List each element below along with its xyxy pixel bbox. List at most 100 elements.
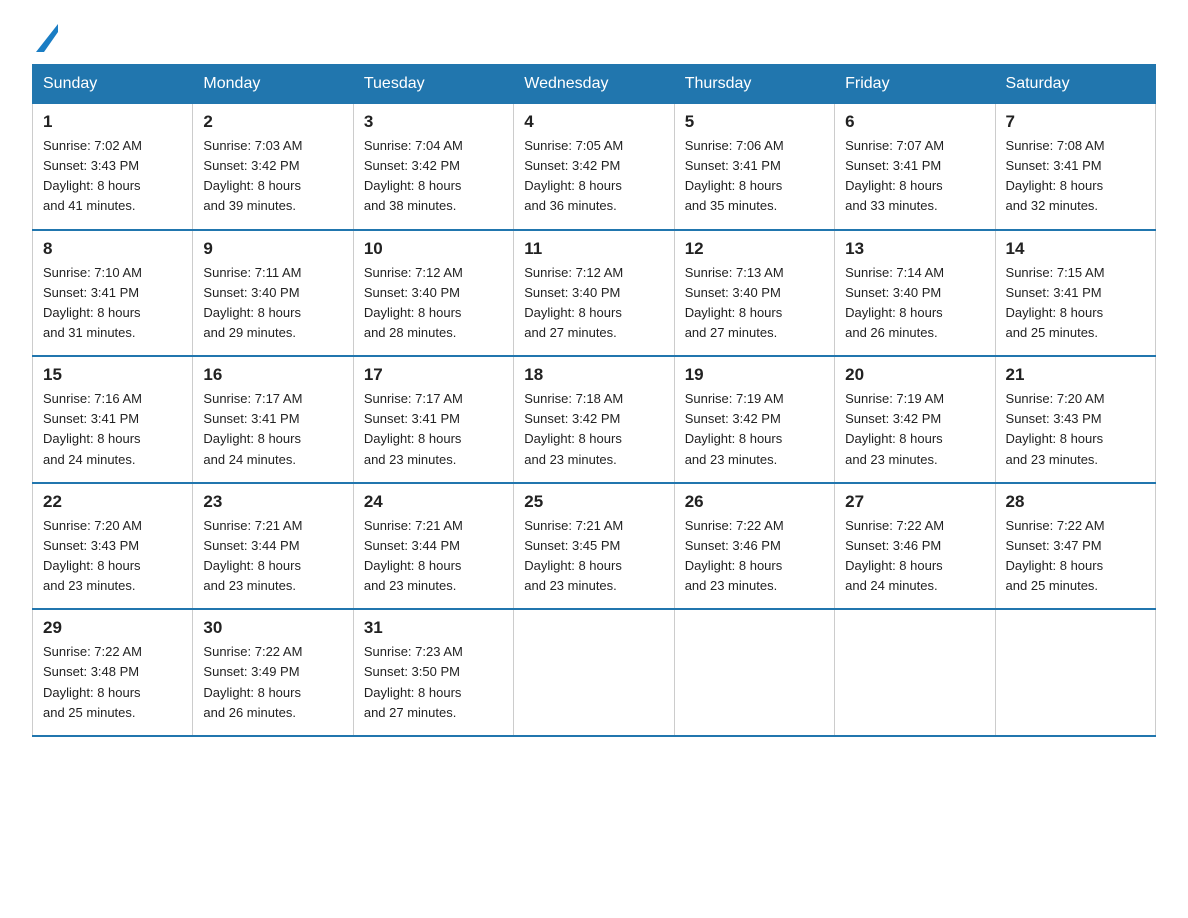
logo: [32, 24, 58, 52]
weekday-header-sunday: Sunday: [33, 65, 193, 104]
calendar-week-2: 8 Sunrise: 7:10 AMSunset: 3:41 PMDaylight…: [33, 230, 1156, 357]
calendar-cell: 16 Sunrise: 7:17 AMSunset: 3:41 PMDayligh…: [193, 356, 353, 483]
day-number: 28: [1006, 492, 1145, 512]
calendar-cell: 23Sunrise: 7:21 AMSunset: 3:44 PMDayligh…: [193, 483, 353, 610]
day-number: 1: [43, 112, 182, 132]
calendar-cell: 9 Sunrise: 7:11 AMSunset: 3:40 PMDaylight…: [193, 230, 353, 357]
day-number: 10: [364, 239, 503, 259]
calendar-cell: 27Sunrise: 7:22 AMSunset: 3:46 PMDayligh…: [835, 483, 995, 610]
day-number: 4: [524, 112, 663, 132]
calendar-cell: 26 Sunrise: 7:22 AMSunset: 3:46 PMDayligh…: [674, 483, 834, 610]
day-info: Sunrise: 7:18 AMSunset: 3:42 PMDaylight:…: [524, 389, 663, 470]
calendar-cell: 5 Sunrise: 7:06 AMSunset: 3:41 PMDaylight…: [674, 104, 834, 230]
day-info: Sunrise: 7:08 AMSunset: 3:41 PMDaylight:…: [1006, 136, 1145, 217]
calendar-cell: 3 Sunrise: 7:04 AMSunset: 3:42 PMDaylight…: [353, 104, 513, 230]
day-info: Sunrise: 7:06 AMSunset: 3:41 PMDaylight:…: [685, 136, 824, 217]
day-number: 29: [43, 618, 182, 638]
calendar-cell: 11 Sunrise: 7:12 AMSunset: 3:40 PMDayligh…: [514, 230, 674, 357]
calendar-cell: 20 Sunrise: 7:19 AMSunset: 3:42 PMDayligh…: [835, 356, 995, 483]
day-info: Sunrise: 7:02 AMSunset: 3:43 PMDaylight:…: [43, 136, 182, 217]
day-info: Sunrise: 7:07 AMSunset: 3:41 PMDaylight:…: [845, 136, 984, 217]
day-number: 16: [203, 365, 342, 385]
calendar-cell: 31 Sunrise: 7:23 AMSunset: 3:50 PMDayligh…: [353, 609, 513, 736]
day-number: 20: [845, 365, 984, 385]
day-number: 11: [524, 239, 663, 259]
day-number: 17: [364, 365, 503, 385]
calendar-cell: 25 Sunrise: 7:21 AMSunset: 3:45 PMDayligh…: [514, 483, 674, 610]
day-number: 5: [685, 112, 824, 132]
calendar-cell: 7 Sunrise: 7:08 AMSunset: 3:41 PMDaylight…: [995, 104, 1155, 230]
day-info: Sunrise: 7:03 AMSunset: 3:42 PMDaylight:…: [203, 136, 342, 217]
day-info: Sunrise: 7:19 AMSunset: 3:42 PMDaylight:…: [845, 389, 984, 470]
day-info: Sunrise: 7:10 AMSunset: 3:41 PMDaylight:…: [43, 263, 182, 344]
day-info: Sunrise: 7:22 AMSunset: 3:48 PMDaylight:…: [43, 642, 182, 723]
day-info: Sunrise: 7:15 AMSunset: 3:41 PMDaylight:…: [1006, 263, 1145, 344]
day-number: 22: [43, 492, 182, 512]
day-number: 26: [685, 492, 824, 512]
day-info: Sunrise: 7:05 AMSunset: 3:42 PMDaylight:…: [524, 136, 663, 217]
calendar-cell: 28 Sunrise: 7:22 AMSunset: 3:47 PMDayligh…: [995, 483, 1155, 610]
day-number: 19: [685, 365, 824, 385]
page-header: [32, 24, 1156, 52]
calendar-cell: 30Sunrise: 7:22 AMSunset: 3:49 PMDayligh…: [193, 609, 353, 736]
day-info: Sunrise: 7:13 AMSunset: 3:40 PMDaylight:…: [685, 263, 824, 344]
calendar-cell: 8 Sunrise: 7:10 AMSunset: 3:41 PMDaylight…: [33, 230, 193, 357]
calendar-cell: 18Sunrise: 7:18 AMSunset: 3:42 PMDayligh…: [514, 356, 674, 483]
day-info: Sunrise: 7:20 AMSunset: 3:43 PMDaylight:…: [43, 516, 182, 597]
weekday-header-wednesday: Wednesday: [514, 65, 674, 104]
calendar-cell: [995, 609, 1155, 736]
day-info: Sunrise: 7:11 AMSunset: 3:40 PMDaylight:…: [203, 263, 342, 344]
day-number: 21: [1006, 365, 1145, 385]
day-number: 12: [685, 239, 824, 259]
day-number: 8: [43, 239, 182, 259]
weekday-header-saturday: Saturday: [995, 65, 1155, 104]
day-info: Sunrise: 7:23 AMSunset: 3:50 PMDaylight:…: [364, 642, 503, 723]
day-info: Sunrise: 7:21 AMSunset: 3:44 PMDaylight:…: [364, 516, 503, 597]
calendar-cell: 1 Sunrise: 7:02 AMSunset: 3:43 PMDaylight…: [33, 104, 193, 230]
day-info: Sunrise: 7:22 AMSunset: 3:47 PMDaylight:…: [1006, 516, 1145, 597]
calendar-cell: 12 Sunrise: 7:13 AMSunset: 3:40 PMDayligh…: [674, 230, 834, 357]
day-number: 3: [364, 112, 503, 132]
calendar-cell: 13Sunrise: 7:14 AMSunset: 3:40 PMDayligh…: [835, 230, 995, 357]
day-info: Sunrise: 7:20 AMSunset: 3:43 PMDaylight:…: [1006, 389, 1145, 470]
weekday-header-thursday: Thursday: [674, 65, 834, 104]
day-info: Sunrise: 7:17 AMSunset: 3:41 PMDaylight:…: [203, 389, 342, 470]
day-info: Sunrise: 7:22 AMSunset: 3:46 PMDaylight:…: [685, 516, 824, 597]
day-info: Sunrise: 7:04 AMSunset: 3:42 PMDaylight:…: [364, 136, 503, 217]
calendar-table: SundayMondayTuesdayWednesdayThursdayFrid…: [32, 64, 1156, 737]
day-number: 25: [524, 492, 663, 512]
day-number: 9: [203, 239, 342, 259]
calendar-cell: 29 Sunrise: 7:22 AMSunset: 3:48 PMDayligh…: [33, 609, 193, 736]
calendar-cell: 10 Sunrise: 7:12 AMSunset: 3:40 PMDayligh…: [353, 230, 513, 357]
day-info: Sunrise: 7:21 AMSunset: 3:45 PMDaylight:…: [524, 516, 663, 597]
day-number: 13: [845, 239, 984, 259]
calendar-cell: 6Sunrise: 7:07 AMSunset: 3:41 PMDaylight…: [835, 104, 995, 230]
calendar-cell: 17 Sunrise: 7:17 AMSunset: 3:41 PMDayligh…: [353, 356, 513, 483]
calendar-cell: 4 Sunrise: 7:05 AMSunset: 3:42 PMDaylight…: [514, 104, 674, 230]
logo-icon: [36, 24, 58, 52]
weekday-header-friday: Friday: [835, 65, 995, 104]
day-info: Sunrise: 7:12 AMSunset: 3:40 PMDaylight:…: [524, 263, 663, 344]
calendar-cell: 14 Sunrise: 7:15 AMSunset: 3:41 PMDayligh…: [995, 230, 1155, 357]
calendar-week-1: 1 Sunrise: 7:02 AMSunset: 3:43 PMDaylight…: [33, 104, 1156, 230]
calendar-cell: [674, 609, 834, 736]
calendar-week-4: 22 Sunrise: 7:20 AMSunset: 3:43 PMDayligh…: [33, 483, 1156, 610]
day-number: 2: [203, 112, 342, 132]
day-info: Sunrise: 7:21 AMSunset: 3:44 PMDaylight:…: [203, 516, 342, 597]
calendar-cell: 19 Sunrise: 7:19 AMSunset: 3:42 PMDayligh…: [674, 356, 834, 483]
calendar-cell: 2 Sunrise: 7:03 AMSunset: 3:42 PMDaylight…: [193, 104, 353, 230]
day-number: 7: [1006, 112, 1145, 132]
calendar-week-3: 15Sunrise: 7:16 AMSunset: 3:41 PMDayligh…: [33, 356, 1156, 483]
day-info: Sunrise: 7:19 AMSunset: 3:42 PMDaylight:…: [685, 389, 824, 470]
weekday-header-monday: Monday: [193, 65, 353, 104]
calendar-cell: 21 Sunrise: 7:20 AMSunset: 3:43 PMDayligh…: [995, 356, 1155, 483]
day-info: Sunrise: 7:12 AMSunset: 3:40 PMDaylight:…: [364, 263, 503, 344]
calendar-cell: 15Sunrise: 7:16 AMSunset: 3:41 PMDayligh…: [33, 356, 193, 483]
day-number: 31: [364, 618, 503, 638]
calendar-cell: [835, 609, 995, 736]
day-info: Sunrise: 7:17 AMSunset: 3:41 PMDaylight:…: [364, 389, 503, 470]
day-number: 14: [1006, 239, 1145, 259]
day-number: 27: [845, 492, 984, 512]
calendar-week-5: 29 Sunrise: 7:22 AMSunset: 3:48 PMDayligh…: [33, 609, 1156, 736]
day-number: 30: [203, 618, 342, 638]
